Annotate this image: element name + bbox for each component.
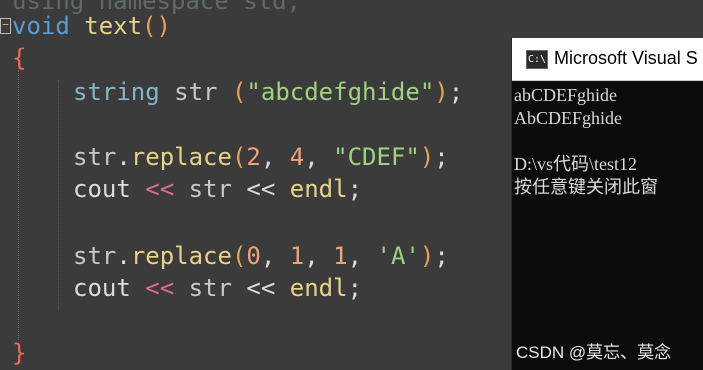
code-line-cout-2: cout << str << endl;	[73, 273, 362, 303]
str-variable: str	[174, 78, 218, 106]
arg-number: 2	[246, 143, 261, 171]
stream-operator: <<	[145, 274, 175, 302]
gutter-guide	[18, 70, 19, 340]
arg-number: 1	[333, 242, 348, 270]
console-line: 按任意键关闭此窗	[514, 177, 658, 197]
indent-guide	[58, 80, 59, 310]
console-title-text: Microsoft Visual S	[554, 48, 698, 68]
str-variable: str	[73, 143, 117, 171]
dot-operator: .	[116, 242, 131, 270]
string-literal: "CDEF"	[333, 143, 420, 171]
cout-identifier: cout	[73, 274, 131, 302]
code-line-cout-1: cout << str << endl;	[73, 174, 362, 204]
char-literal: 'A'	[376, 242, 420, 270]
console-output: abCDEFghide AbCDEFghide D:\vs代码\test12 按任意键…	[514, 84, 658, 199]
arg-number: 1	[289, 242, 305, 270]
watermark-text: CSDN @莫忘、莫念	[516, 343, 672, 362]
semicolon: ;	[434, 143, 449, 171]
arg-number: 4	[289, 143, 305, 171]
console-line: abCDEFghide	[514, 85, 617, 105]
stream-operator: <<	[246, 175, 276, 203]
code-line-string-decl: string str ("abcdefghide");	[73, 77, 463, 107]
replace-method: replace	[130, 143, 232, 171]
comma: ,	[347, 242, 377, 270]
code-line-replace-2: str.replace(0, 1, 1, 'A');	[73, 241, 449, 271]
paren-open: (	[231, 143, 247, 171]
console-window[interactable]: C:\ Microsoft Visual S abCDEFghide AbCDEF…	[511, 38, 703, 370]
function-parens: ()	[142, 12, 171, 40]
function-name: text	[84, 12, 143, 40]
paren-close: )	[419, 143, 435, 171]
comma: ,	[260, 242, 290, 270]
void-keyword: void	[12, 12, 70, 40]
string-literal: "abcdefghide"	[246, 78, 435, 106]
semicolon: ;	[434, 242, 449, 270]
str-variable: str	[188, 175, 232, 203]
open-brace: {	[12, 44, 27, 72]
str-variable: str	[188, 274, 232, 302]
string-type: string	[73, 78, 160, 106]
comma: ,	[304, 143, 334, 171]
replace-method: replace	[130, 242, 232, 270]
endl-identifier: endl	[289, 175, 348, 203]
paren-open: (	[231, 78, 247, 106]
console-title-bar[interactable]: C:\ Microsoft Visual S	[512, 38, 703, 81]
stream-operator: <<	[246, 274, 276, 302]
arg-number: 0	[246, 242, 261, 270]
console-app-icon: C:\	[526, 50, 548, 69]
close-brace: }	[12, 339, 27, 367]
semicolon: ;	[347, 175, 363, 203]
stream-operator: <<	[145, 175, 175, 203]
comma: ,	[304, 242, 334, 270]
code-line-function-signature: void text()	[12, 11, 171, 41]
code-line-replace-1: str.replace(2, 4, "CDEF");	[73, 142, 449, 172]
cout-identifier: cout	[73, 175, 131, 203]
str-variable: str	[73, 242, 117, 270]
dot-operator: .	[116, 143, 131, 171]
console-line: AbCDEFghide	[514, 108, 622, 128]
paren-close: )	[419, 242, 435, 270]
fold-collapse-icon[interactable]: −	[0, 18, 11, 34]
paren-open: (	[231, 242, 247, 270]
endl-identifier: endl	[289, 274, 348, 302]
semicolon: ;	[347, 274, 363, 302]
comma: ,	[260, 143, 290, 171]
semicolon: ;	[448, 78, 464, 106]
paren-close: )	[434, 78, 449, 106]
console-line: D:\vs代码\test12	[514, 154, 638, 174]
